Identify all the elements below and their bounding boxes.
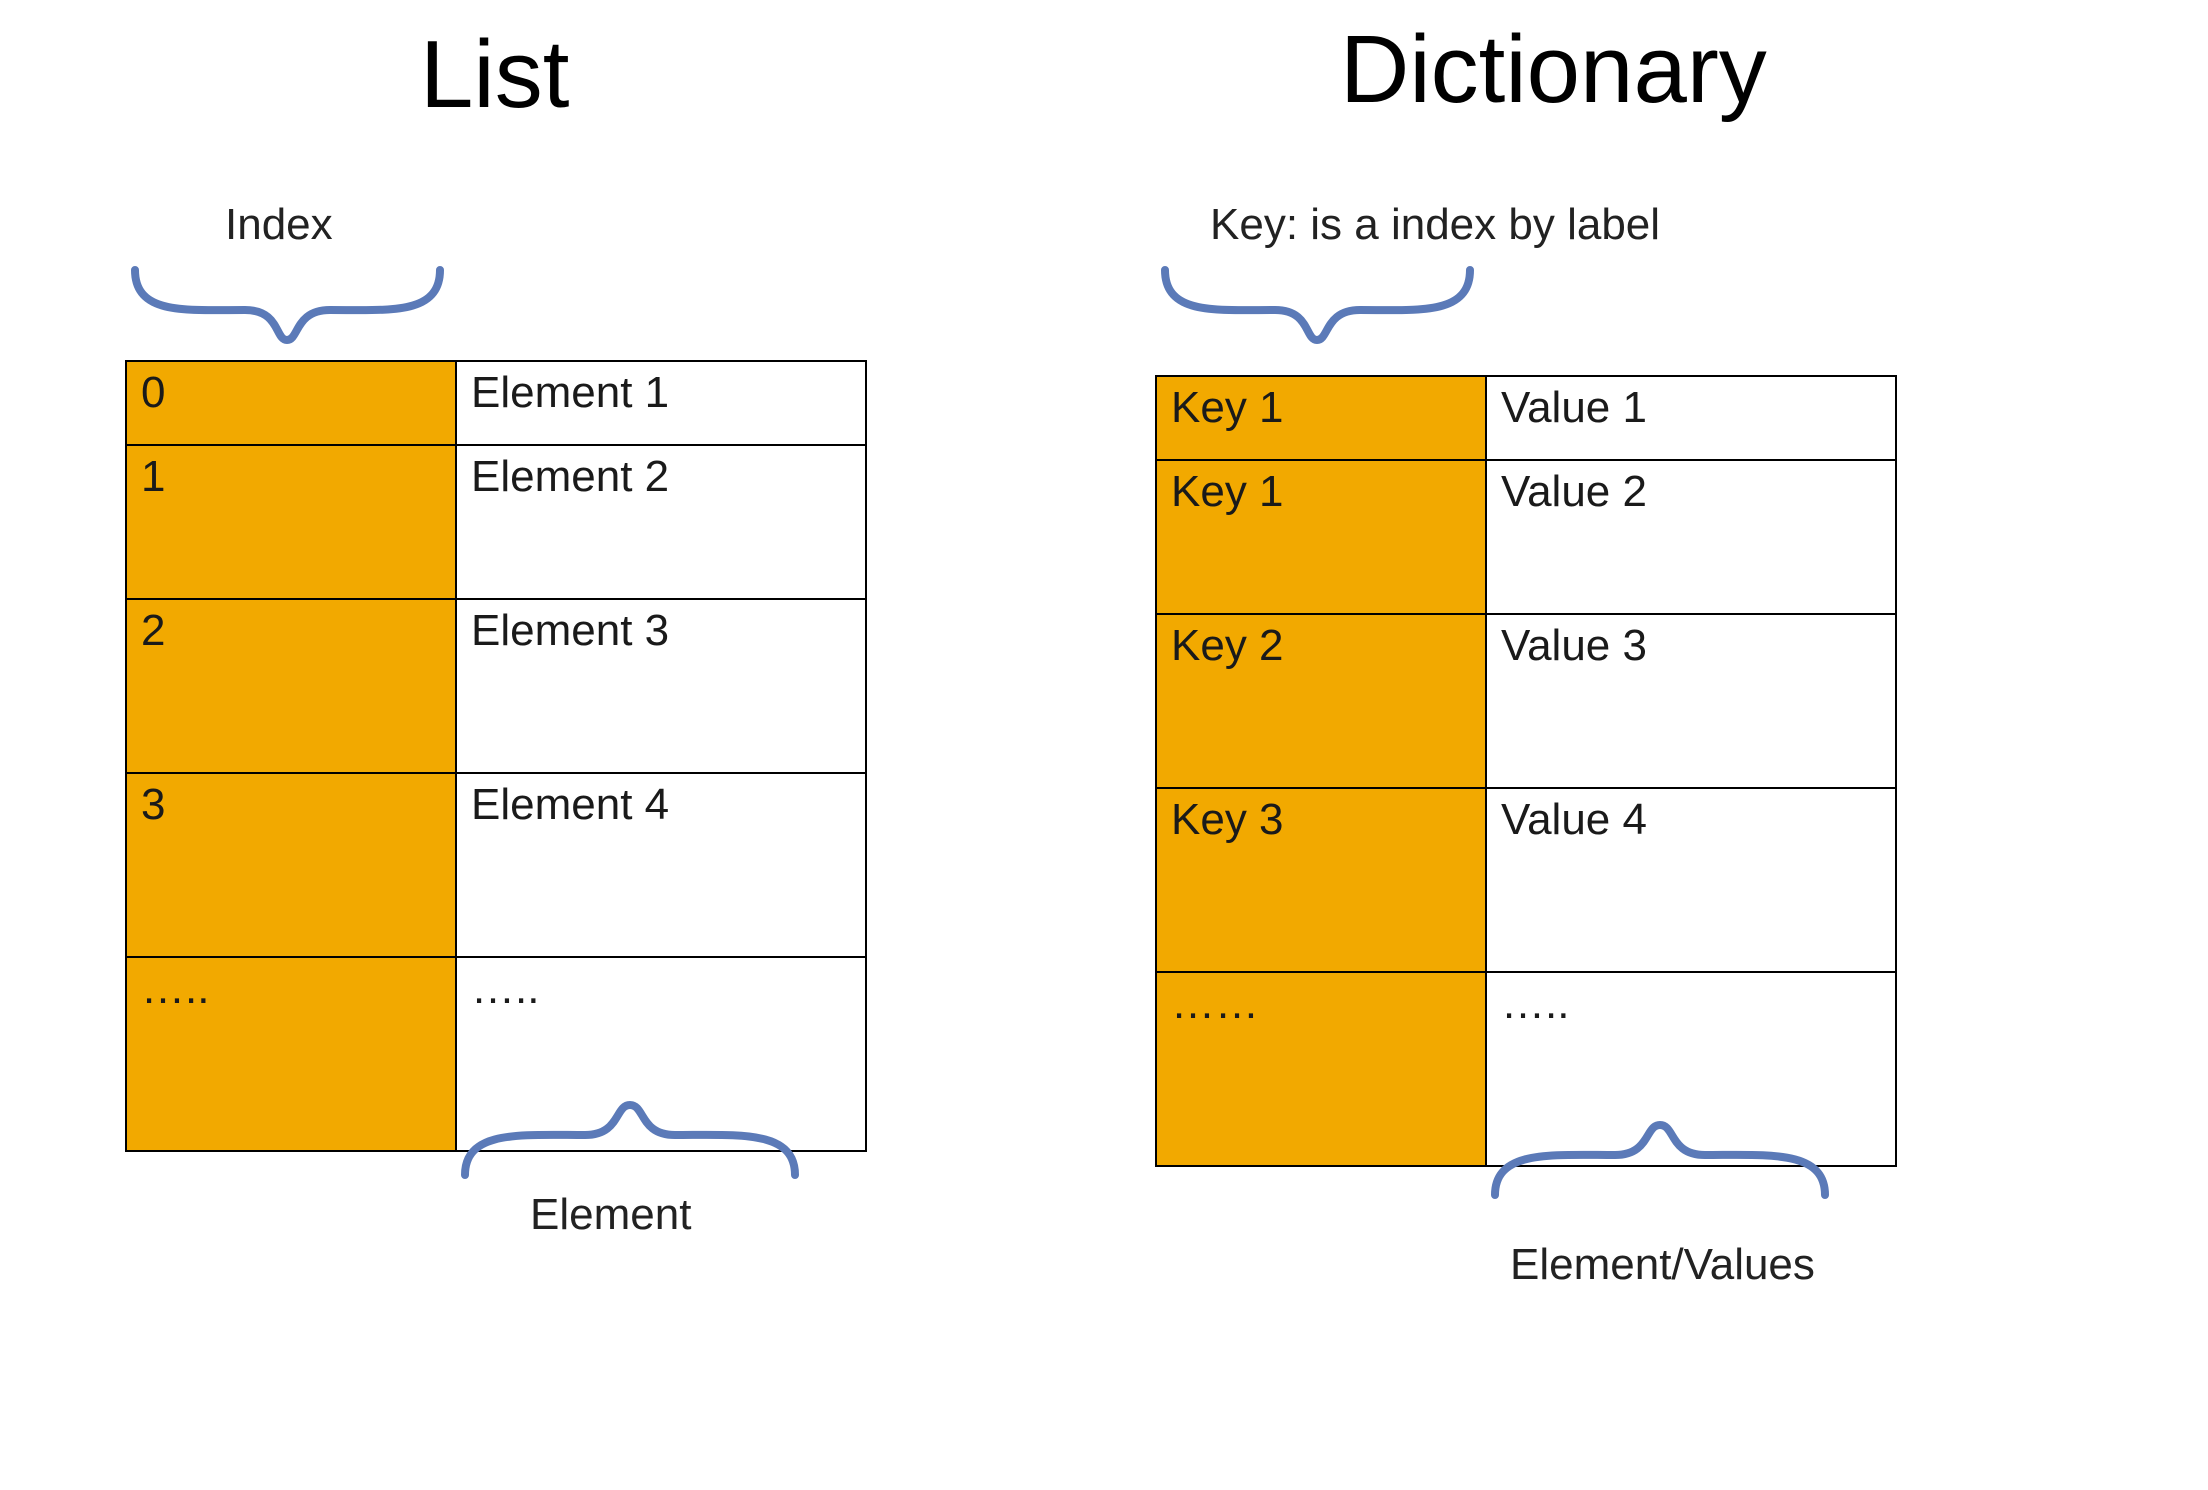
- element-label: Element: [530, 1190, 691, 1240]
- table-row: 2 Element 3: [126, 599, 866, 773]
- table-row: Key 1 Value 2: [1156, 460, 1896, 614]
- dict-value-cell: Value 1: [1486, 376, 1896, 460]
- dict-key-cell: Key 3: [1156, 788, 1486, 972]
- dict-value-cell: Value 4: [1486, 788, 1896, 972]
- list-index-cell: 1: [126, 445, 456, 599]
- value-label: Element/Values: [1510, 1240, 1815, 1290]
- dict-value-cell: Value 2: [1486, 460, 1896, 614]
- list-value-cell: Element 4: [456, 773, 866, 957]
- index-label: Index: [225, 200, 333, 250]
- curly-brace-icon: [1485, 1120, 1835, 1205]
- curly-brace-icon: [455, 1100, 805, 1185]
- list-index-cell: 0: [126, 361, 456, 445]
- key-label: Key: is a index by label: [1210, 200, 1660, 250]
- table-row: Key 3 Value 4: [1156, 788, 1896, 972]
- list-index-cell: …..: [126, 957, 456, 1151]
- table-row: 3 Element 4: [126, 773, 866, 957]
- dict-key-cell: Key 1: [1156, 376, 1486, 460]
- dictionary-title: Dictionary: [1340, 15, 1767, 125]
- dict-value-cell: Value 3: [1486, 614, 1896, 788]
- list-value-cell: Element 2: [456, 445, 866, 599]
- list-index-cell: 2: [126, 599, 456, 773]
- dict-key-cell: Key 1: [1156, 460, 1486, 614]
- list-title: List: [420, 20, 569, 130]
- table-row: Key 1 Value 1: [1156, 376, 1896, 460]
- dict-table: Key 1 Value 1 Key 1 Value 2 Key 2 Value …: [1155, 375, 1897, 1167]
- dict-key-cell: Key 2: [1156, 614, 1486, 788]
- list-index-cell: 3: [126, 773, 456, 957]
- list-table: 0 Element 1 1 Element 2 2 Element 3 3 El…: [125, 360, 867, 1152]
- table-row: 1 Element 2: [126, 445, 866, 599]
- table-row: 0 Element 1: [126, 361, 866, 445]
- dict-key-cell: ……: [1156, 972, 1486, 1166]
- curly-brace-icon: [125, 260, 450, 345]
- list-value-cell: Element 1: [456, 361, 866, 445]
- list-value-cell: Element 3: [456, 599, 866, 773]
- table-row: Key 2 Value 3: [1156, 614, 1896, 788]
- curly-brace-icon: [1155, 260, 1480, 345]
